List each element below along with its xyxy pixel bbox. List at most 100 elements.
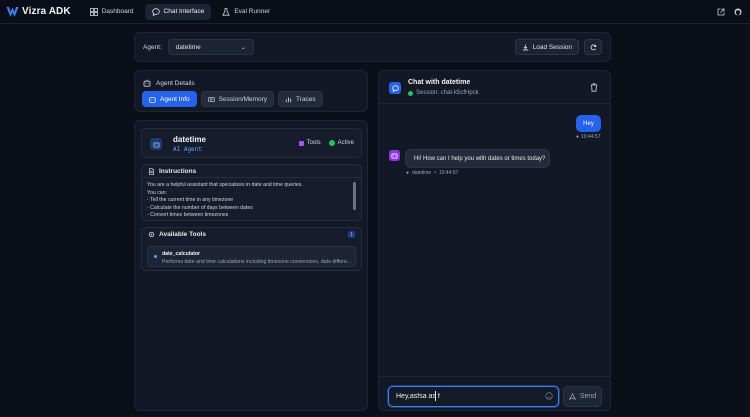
details-tabs: Agent Info Session/Memory Traces [142, 91, 323, 107]
tools-badge: Tools [298, 140, 321, 146]
tool-name: date_calculator [162, 251, 201, 257]
trash-icon[interactable] [590, 83, 598, 92]
session-id: Session: chat-k5cfHpck [416, 90, 479, 96]
agent-message-timestamp: 10:44:57 [438, 170, 459, 176]
tools-badge-label: Tools [306, 140, 321, 146]
chat-session: Session: chat-k5cfHpck [408, 90, 479, 96]
tab-traces[interactable]: Traces [278, 91, 323, 107]
chat-panel: Chat with datetime Session: chat-k5cfHpc… [378, 70, 611, 411]
instructions-text: You are a helpful assistant that special… [142, 178, 361, 220]
tab-session-memory-label: Session/Memory [218, 95, 268, 103]
external-link-icon[interactable] [717, 8, 725, 16]
instruction-line: - Convert times between timezones [147, 212, 229, 219]
chat-icon [389, 82, 401, 94]
clock-icon: ● [576, 134, 580, 140]
instructions-title: Instructions [159, 167, 197, 175]
user-message-timestamp: 10:44:57 [581, 134, 601, 140]
user-message: Hey [576, 115, 601, 132]
nav-chat-interface[interactable]: Chat Interface [144, 3, 212, 20]
agent-message-sender: datetime [412, 170, 432, 176]
instructions-section[interactable]: Instructions You are a helpful assistant… [141, 164, 362, 221]
chat-input-area: Send [379, 376, 610, 411]
user-message-text: Hey [583, 120, 594, 127]
tools-title: Available Tools [159, 231, 206, 238]
tools-icon [298, 140, 304, 146]
instruction-line: - Calculate the number of days between d… [147, 204, 253, 211]
user-message-time: ● 10:44:57 [576, 134, 601, 140]
tools-header: Available Tools [142, 228, 361, 241]
agent-type: AI Agent [173, 146, 202, 153]
nav-dashboard-label: Dashboard [101, 8, 134, 15]
tool-item[interactable]: date_calculator Performs date and time c… [147, 246, 356, 267]
tool-bullet-icon [154, 255, 157, 258]
agent-label: Agent: [143, 43, 162, 51]
chat-bubble-icon [391, 84, 399, 92]
chat-header: Chat with datetime Session: chat-k5cfHpc… [379, 71, 610, 104]
nav-chat-interface-label: Chat Interface [163, 8, 205, 15]
nav-eval-runner[interactable]: Eval Runner [215, 4, 277, 20]
emoji-icon[interactable] [545, 392, 553, 400]
chevron-down-icon: ⌄ [240, 44, 246, 51]
tool-description: Performs date and time calculations incl… [162, 259, 352, 265]
gear-icon [148, 231, 155, 238]
agent-message: Hi! How can I help you with dates or tim… [405, 149, 550, 168]
info-icon [149, 96, 156, 103]
agent-avatar [150, 138, 162, 150]
active-status-icon [328, 140, 335, 146]
robot-icon [391, 153, 398, 159]
agent-details-title: Agent Details [156, 79, 195, 87]
instruction-line: You are a helpful assistant that special… [147, 182, 303, 188]
chat-input[interactable] [388, 386, 559, 407]
send-label: Send [579, 393, 597, 400]
instruction-line: You can: [147, 189, 167, 196]
load-session-button[interactable]: Load Session [514, 39, 579, 55]
tab-session-memory[interactable]: Session/Memory [200, 91, 275, 107]
agent-select-value: datetime [175, 43, 201, 51]
agent-details-panel: Agent Details Agent Info Session/Memory … [134, 70, 368, 112]
chat-bubble-icon [151, 7, 160, 16]
text-cursor [435, 391, 436, 401]
download-icon [522, 44, 528, 50]
agent-card: datetime AI Agent Tools Active [141, 128, 362, 158]
refresh-icon [590, 44, 596, 50]
agent-details-header: Agent Details [143, 79, 195, 87]
bar-chart-icon [285, 96, 292, 102]
agent-name: datetime [173, 135, 206, 144]
send-button[interactable]: Send [563, 386, 602, 407]
chat-title: Chat with datetime [408, 79, 471, 86]
nav-eval-runner-label: Eval Runner [234, 8, 271, 15]
agent-select[interactable]: datetime ⌄ [167, 39, 254, 55]
status-badge: Active [328, 140, 354, 146]
document-icon [148, 167, 155, 175]
tab-agent-info-label: Agent Info [160, 95, 190, 103]
robot-icon [143, 79, 151, 87]
agent-message-text: Hi! How can I help you with dates or tim… [414, 155, 546, 162]
status-badge-label: Active [337, 140, 354, 146]
github-icon[interactable] [734, 8, 742, 16]
agent-selector-bar: Agent: datetime ⌄ Load Session [134, 32, 611, 62]
tab-agent-info[interactable]: Agent Info [142, 91, 197, 107]
nav-dashboard[interactable]: Dashboard [83, 4, 141, 20]
send-icon [568, 393, 576, 400]
agent-message-meta: ● datetime • 10:44:57 [406, 170, 458, 176]
agent-info-panel: datetime AI Agent Tools Active Instructi… [134, 120, 368, 411]
vizra-logo-icon [6, 6, 19, 17]
robot-icon [152, 142, 160, 148]
app-logo[interactable]: Vizra ADK [6, 6, 71, 18]
refresh-button[interactable] [584, 39, 602, 55]
flask-icon [222, 7, 231, 16]
load-session-label: Load Session [532, 43, 572, 51]
grid-icon [89, 7, 98, 16]
tools-count-badge: 1 [348, 231, 355, 238]
clock-icon: ● [406, 170, 410, 176]
meta-separator: • [434, 170, 436, 176]
instructions-header: Instructions [142, 165, 361, 178]
main-nav: Dashboard Chat Interface Eval Runner [83, 3, 277, 20]
app-name: Vizra ADK [22, 6, 71, 17]
instructions-scrollbar[interactable] [353, 182, 356, 210]
available-tools-section: Available Tools 1 date_calculator Perfor… [141, 227, 362, 271]
instruction-line: - Tell the current time in any timezone [147, 197, 234, 204]
top-navbar: Vizra ADK Dashboard Chat Interface Eval … [0, 0, 750, 24]
memory-icon [207, 96, 215, 102]
agent-avatar [389, 150, 400, 161]
